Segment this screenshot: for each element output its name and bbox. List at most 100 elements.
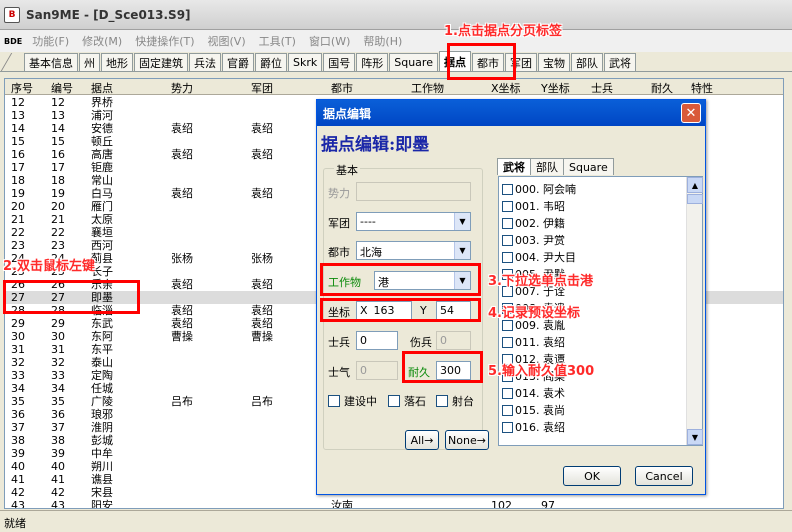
table-header: 序号 编号 据点 势力 军团 都市 工作物 X坐标 Y坐标 士兵 耐久 特性 (5, 79, 783, 96)
col-force[interactable]: 势力 (171, 80, 193, 96)
table-cell: 35 (11, 395, 25, 408)
tab-square-right[interactable]: Square (563, 158, 614, 175)
officer-item[interactable]: 014. 袁术 (502, 385, 565, 401)
soldier-field[interactable]: 0 (356, 331, 398, 350)
tab-state-name[interactable]: 国号 (323, 53, 356, 71)
table-cell: 襄垣 (91, 226, 113, 239)
table-cell: 袁绍 (251, 317, 273, 330)
menu-tools[interactable]: 工具(T) (259, 33, 296, 49)
col-id[interactable]: 编号 (51, 80, 73, 96)
col-soldier[interactable]: 士兵 (591, 80, 613, 96)
window-title: San9ME - [D_Sce013.S9] (26, 7, 191, 22)
corps-select[interactable]: ---- ▼ (356, 212, 471, 231)
tab-units[interactable]: 部队 (530, 158, 564, 175)
tab-province[interactable]: 州 (79, 53, 100, 71)
checkbox-icon[interactable] (502, 404, 513, 416)
table-cell: 97 (541, 499, 555, 509)
checkbox-icon[interactable] (502, 200, 513, 212)
col-stronghold[interactable]: 据点 (91, 80, 113, 96)
officer-item[interactable]: 002. 伊籍 (502, 215, 565, 231)
col-trait[interactable]: 特性 (691, 80, 713, 96)
tab-basic-info[interactable]: 基本信息 (24, 53, 78, 71)
tab-terrain[interactable]: 地形 (101, 53, 133, 71)
city-select[interactable]: 北海 ▼ (356, 241, 471, 260)
table-cell: 18 (11, 174, 25, 187)
table-row[interactable]: 43 43 阳安 汝南 102 97 (5, 499, 783, 509)
col-y[interactable]: Y坐标 (541, 80, 570, 96)
officer-item[interactable]: 003. 尹赏 (502, 232, 565, 248)
table-cell: 阳安 (91, 499, 113, 509)
tab-formation[interactable]: 阵形 (356, 53, 389, 71)
rockfall-checkbox[interactable]: 落石 (388, 393, 426, 409)
col-x[interactable]: X坐标 (491, 80, 521, 96)
tab-tactics[interactable]: 兵法 (189, 53, 221, 71)
checkbox-icon[interactable] (502, 234, 513, 246)
menu-help[interactable]: 帮助(H) (363, 33, 402, 49)
annotation-2: 2.双击鼠标左键 (3, 259, 95, 274)
none-button[interactable]: None→ (445, 430, 489, 450)
col-corps[interactable]: 军团 (251, 80, 273, 96)
tab-square[interactable]: Square (389, 53, 438, 71)
table-cell: 太原 (91, 213, 113, 226)
officer-item[interactable]: 000. 阿会喃 (502, 181, 576, 197)
table-cell: 34 (51, 382, 65, 395)
officer-item[interactable]: 004. 尹大目 (502, 249, 576, 265)
checkbox-icon[interactable] (502, 319, 513, 331)
officer-scrollbar[interactable]: ▲ ▼ (686, 177, 703, 445)
table-cell: 34 (11, 382, 25, 395)
building-checkbox[interactable]: 建设中 (328, 393, 377, 409)
tab-treasure[interactable]: 宝物 (537, 53, 570, 71)
tab-skrk[interactable]: Skrk (288, 53, 323, 71)
tab-officers[interactable]: 武将 (497, 158, 531, 175)
tab-official-rank[interactable]: 官爵 (222, 53, 254, 71)
close-icon[interactable]: ✕ (681, 103, 701, 123)
chevron-down-icon[interactable]: ▼ (454, 213, 470, 230)
col-durability[interactable]: 耐久 (651, 80, 673, 96)
force-label: 势力 (328, 187, 350, 200)
ok-button[interactable]: OK (563, 466, 621, 486)
table-cell: 袁绍 (251, 148, 273, 161)
officer-item[interactable]: 015. 袁尚 (502, 402, 565, 418)
archer-tower-label: 射台 (452, 395, 474, 408)
tab-officer[interactable]: 武将 (603, 53, 636, 71)
officer-label: 015. 袁尚 (515, 404, 565, 417)
all-button[interactable]: All→ (405, 430, 439, 450)
checkbox-icon (436, 395, 448, 407)
table-cell: 20 (11, 200, 25, 213)
checkbox-icon[interactable] (502, 336, 513, 348)
archer-tower-checkbox[interactable]: 射台 (436, 393, 474, 409)
menu-modify[interactable]: 修改(M) (82, 33, 122, 49)
checkbox-icon[interactable] (502, 217, 513, 229)
scroll-down-icon[interactable]: ▼ (687, 429, 703, 445)
table-cell: 淮阴 (91, 421, 113, 434)
menu-quick-ops[interactable]: 快捷操作(T) (135, 33, 194, 49)
officer-item[interactable]: 016. 袁绍 (502, 419, 565, 435)
col-work[interactable]: 工作物 (411, 80, 444, 96)
tab-fixed-building[interactable]: 固定建筑 (134, 53, 188, 71)
checkbox-icon[interactable] (502, 183, 513, 195)
cancel-button[interactable]: Cancel (635, 466, 693, 486)
officer-item[interactable]: 001. 韦昭 (502, 198, 565, 214)
menu-window[interactable]: 窗口(W) (309, 33, 350, 49)
table-cell: 17 (11, 161, 25, 174)
chevron-down-icon[interactable]: ▼ (454, 242, 470, 259)
officer-label: 016. 袁绍 (515, 421, 565, 434)
checkbox-icon[interactable] (502, 251, 513, 263)
col-city[interactable]: 都市 (331, 80, 353, 96)
annotation-box-row (3, 280, 140, 314)
city-value: 北海 (360, 246, 382, 259)
menu-view[interactable]: 视图(V) (208, 33, 246, 49)
checkbox-icon[interactable] (502, 421, 513, 433)
checkbox-icon[interactable] (502, 387, 513, 399)
scroll-thumb[interactable] (687, 194, 703, 204)
stronghold-edit-dialog: 据点编辑 ✕ 据点编辑:即墨 基本 势力 军团 ---- ▼ 都市 北海 ▼ 工作物… (316, 99, 706, 495)
force-field (356, 182, 471, 201)
col-index[interactable]: 序号 (11, 80, 33, 96)
tab-unit[interactable]: 部队 (570, 53, 603, 71)
tab-nobility[interactable]: 爵位 (255, 53, 287, 71)
officer-item[interactable]: 011. 袁绍 (502, 334, 565, 350)
scroll-up-icon[interactable]: ▲ (687, 177, 703, 193)
table-cell: 29 (11, 317, 25, 330)
menu-function[interactable]: 功能(F) (32, 33, 69, 49)
table-cell: 钜鹿 (91, 161, 113, 174)
